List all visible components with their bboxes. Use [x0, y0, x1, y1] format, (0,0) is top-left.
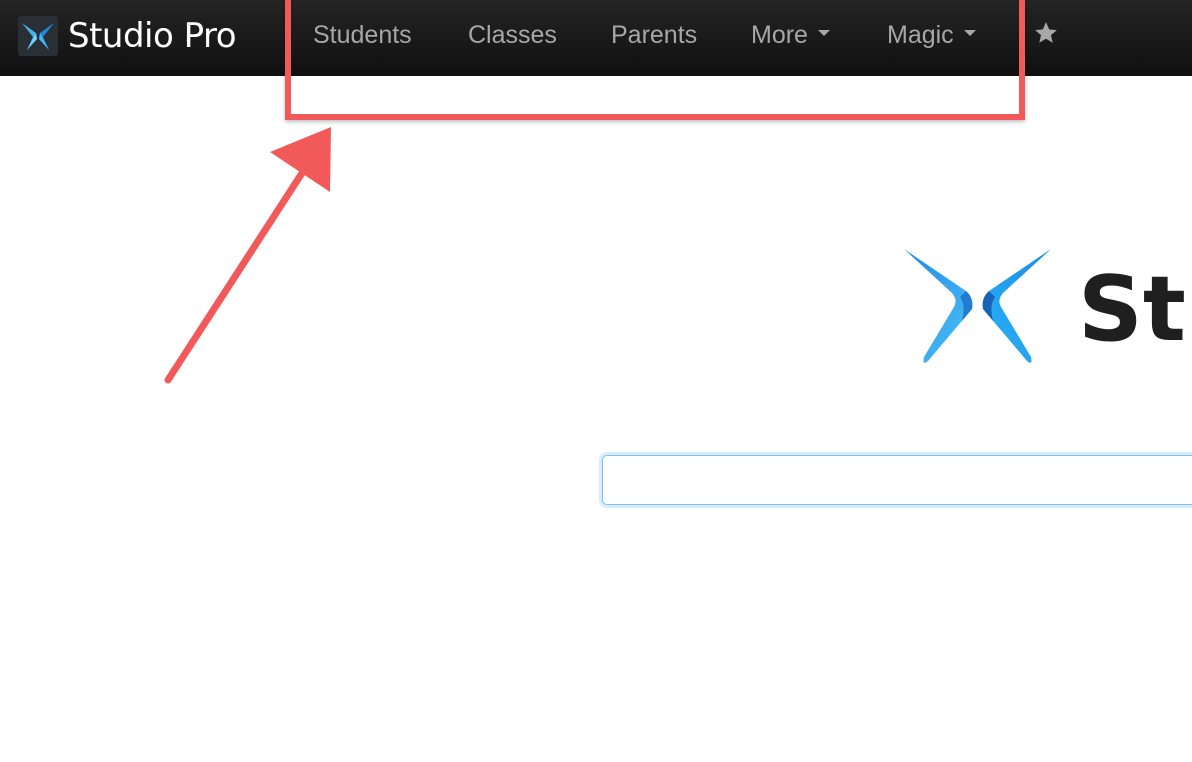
studio-pro-logo-icon	[904, 249, 1051, 363]
annotation-highlight-box	[285, 0, 1025, 120]
hero-title: Stu	[1078, 257, 1192, 362]
search-input[interactable]	[602, 455, 1192, 505]
brand-label: Studio Pro	[68, 16, 237, 56]
page: Studio Pro Students Classes Parents More…	[0, 0, 1192, 762]
star-icon[interactable]	[1033, 20, 1059, 46]
brand-link[interactable]: Studio Pro	[18, 14, 237, 58]
studio-pro-logo-icon	[18, 16, 58, 56]
